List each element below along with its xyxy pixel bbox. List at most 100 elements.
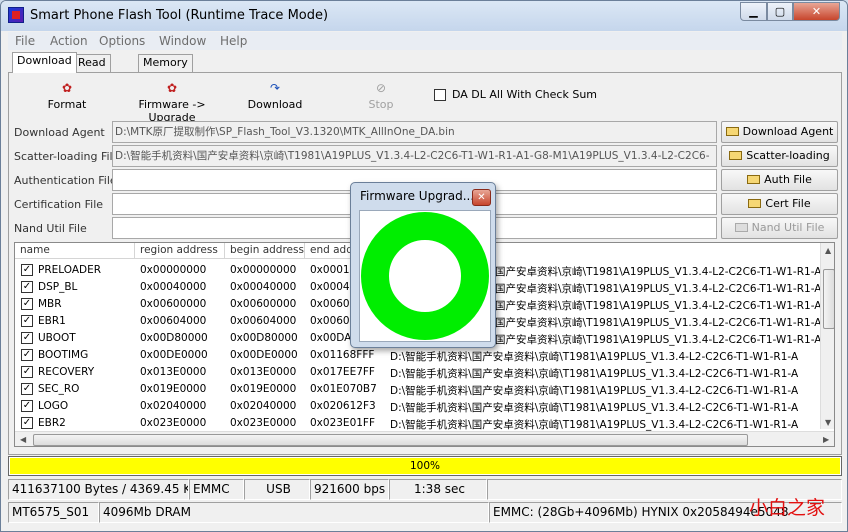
stop-label: Stop [368,98,394,111]
nand-label: Nand Util File [14,222,87,235]
firmware-upgrade-button[interactable]: ✿ Firmware -> Upgrade [118,81,226,124]
table-row[interactable]: ✓ LOGO 0x02040000 0x02040000 0x020612F3 D:\智能… [15,398,820,415]
row-checkbox[interactable]: ✓ [21,281,33,293]
row-end: 0x017EE7FF [310,366,375,378]
checksum-checkbox[interactable] [434,89,446,101]
scatter-loading-button[interactable]: Scatter-loading [721,145,838,167]
progress-text: 100% [409,460,441,472]
scroll-left-icon[interactable]: ◀ [20,435,26,444]
table-row[interactable]: ✓ EBR2 0x023E0000 0x023E0000 0x023E01FF D:\智能… [15,415,820,432]
progress-bar: 100% [8,456,842,476]
download-agent-label: Download Agent [14,126,105,139]
maximize-button[interactable]: ▢ [767,2,793,21]
row-name: RECOVERY [38,366,95,378]
status-baud: 921600 bps [310,479,389,500]
download-agent-button[interactable]: Download Agent [721,121,838,143]
table-row[interactable]: ✓ SEC_RO 0x019E0000 0x019E0000 0x01E070B7 D:\… [15,381,820,398]
scroll-up-icon[interactable]: ▲ [825,246,831,255]
row-name: EBR1 [38,315,66,327]
scroll-down-icon[interactable]: ▼ [825,418,831,427]
table-row[interactable]: ✓ RECOVERY 0x013E0000 0x013E0000 0x017EE7FF D… [15,364,820,381]
row-name: EBR2 [38,417,66,429]
hscroll-thumb[interactable] [33,434,748,446]
row-region: 0x00040000 [140,281,207,293]
cert-file-button[interactable]: Cert File [721,193,838,215]
cert-button-label: Cert File [765,197,811,210]
close-button[interactable]: ✕ [793,2,840,21]
status-time: 1:38 sec [389,479,487,500]
menu-file[interactable]: File [15,34,35,48]
row-region: 0x00DE0000 [140,349,208,361]
row-begin: 0x00600000 [230,298,297,310]
stop-button[interactable]: ⊘ Stop [363,81,399,111]
firmware-upgrade-icon: ✿ [166,81,178,95]
row-checkbox[interactable]: ✓ [21,332,33,344]
row-checkbox[interactable]: ✓ [21,400,33,412]
row-path: D:\智能手机资料\国产安卓资料\京崎\T1981\A19PLUS_V1.3.4… [390,419,799,431]
row-name: BOOTIMG [38,349,89,361]
scroll-right-icon[interactable]: ▶ [823,435,829,444]
auth-button-label: Auth File [764,173,812,186]
download-label: Download [247,98,303,111]
scatter-label: Scatter-loading File [14,150,120,163]
status-bytes: 411637100 Bytes / 4369.45 KB [8,479,189,500]
format-button[interactable]: ✿ Format [47,81,87,111]
auth-label: Authentication File [14,174,117,187]
nand-util-button[interactable]: Nand Util File [721,217,838,239]
row-end: 0x023E01FF [310,417,376,429]
folder-icon [725,127,739,136]
row-begin: 0x00040000 [230,281,297,293]
row-end: 0x00DA [310,332,352,344]
auth-file-button[interactable]: Auth File [721,169,838,191]
row-path: D:\智能手机资料\国产安卓资料\京崎\T1981\A19PLUS_V1.3.4… [390,385,799,397]
row-region: 0x013E0000 [140,366,207,378]
scatter-field[interactable]: D:\智能手机资料\国产安卓资料\京崎\T1981\A19PLUS_V1.3.4… [112,145,717,167]
dialog-close-icon[interactable]: ✕ [472,189,491,206]
row-region: 0x00600000 [140,298,207,310]
format-icon: ✿ [61,81,73,95]
folder-icon [734,223,748,232]
row-name: MBR [38,298,62,310]
row-region: 0x023E0000 [140,417,207,429]
row-checkbox[interactable]: ✓ [21,417,33,429]
status-storage: EMMC [189,479,244,500]
window-title: Smart Phone Flash Tool (Runtime Trace Mo… [30,8,329,23]
firmware-upgrade-dialog: Firmware Upgrad... ✕ [350,182,496,348]
tab-memory-test[interactable]: Memory Test [138,54,193,85]
row-checkbox[interactable]: ✓ [21,349,33,361]
download-icon: ↷ [269,81,281,95]
row-checkbox[interactable]: ✓ [21,366,33,378]
tab-download[interactable]: Download [12,52,77,73]
horizontal-scrollbar[interactable]: ◀ ▶ [15,431,834,446]
row-checkbox[interactable]: ✓ [21,383,33,395]
minimize-button[interactable]: ▁ [740,2,767,21]
row-name: LOGO [38,400,69,412]
row-path: 国产安卓资料\京崎\T1981\A19PLUS_V1.3.4-L2-C2C6-T… [495,334,822,346]
col-begin[interactable]: begin address [225,243,305,259]
progress-ring-icon [361,212,489,340]
download-agent-field[interactable]: D:\MTK原厂提取制作\SP_Flash_Tool_V3.1320\MTK_A… [112,121,717,143]
checksum-label: DA DL All With Check Sum [452,88,598,101]
row-end: 0x01E070B7 [310,383,377,395]
tab-read-back[interactable]: Read back [73,54,111,85]
col-region[interactable]: region address [135,243,225,259]
download-button[interactable]: ↷ Download [247,81,303,111]
row-path: D:\智能手机资料\国产安卓资料\京崎\T1981\A19PLUS_V1.3.4… [390,368,799,380]
row-checkbox[interactable]: ✓ [21,298,33,310]
menu-action[interactable]: Action [50,34,88,48]
download-agent-button-label: Download Agent [742,125,834,138]
table-row[interactable]: ✓ BOOTIMG 0x00DE0000 0x00DE0000 0x01168FFF D:… [15,347,820,364]
row-path: 国产安卓资料\京崎\T1981\A19PLUS_V1.3.4-L2-C2C6-T… [495,283,822,295]
col-name[interactable]: name [15,243,135,259]
folder-icon [748,199,762,208]
vertical-scrollbar[interactable]: ▲ ▼ [820,243,834,429]
row-path: D:\智能手机资料\国产安卓资料\京崎\T1981\A19PLUS_V1.3.4… [390,402,799,414]
menu-window[interactable]: Window [159,34,206,48]
scroll-thumb[interactable] [823,269,834,329]
menu-help[interactable]: Help [220,34,247,48]
row-checkbox[interactable]: ✓ [21,315,33,327]
menu-options[interactable]: Options [99,34,145,48]
row-checkbox[interactable]: ✓ [21,264,33,276]
watermark: 小白之家 [749,497,826,519]
row-begin: 0x00D80000 [230,332,298,344]
